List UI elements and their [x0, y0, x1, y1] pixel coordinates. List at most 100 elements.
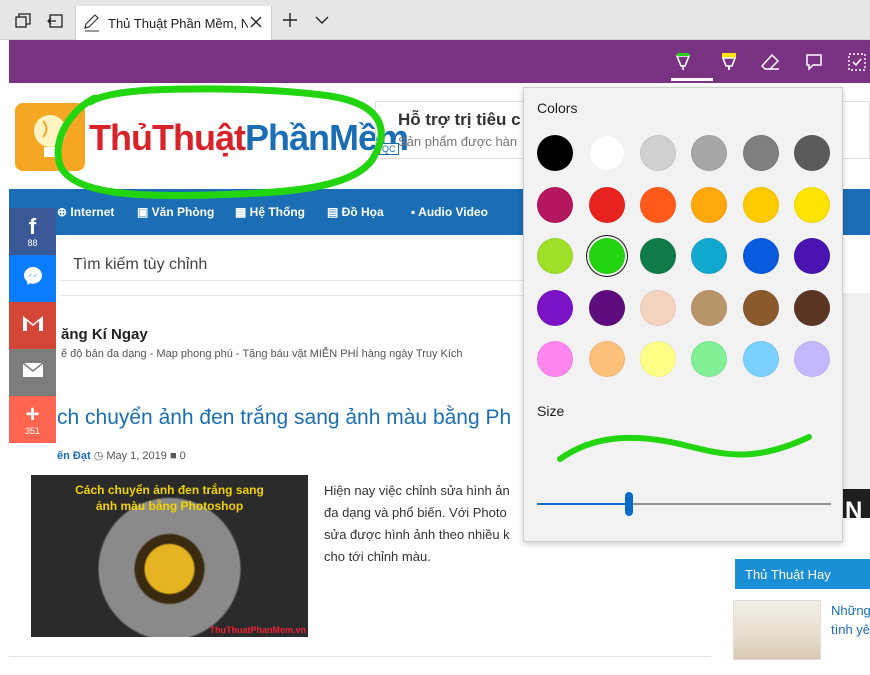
color-swatch[interactable]: [743, 341, 779, 377]
color-swatch[interactable]: [537, 238, 573, 274]
color-swatch[interactable]: [743, 290, 779, 326]
size-slider-fill: [537, 503, 629, 505]
color-swatch[interactable]: [691, 238, 727, 274]
total-share-count: 351: [24, 425, 41, 436]
excerpt-line: cho tới chỉnh màu.: [324, 549, 431, 564]
article-excerpt: Hiện nay việc chỉnh sửa hình ản đa dạng …: [324, 480, 534, 568]
comment-icon[interactable]: [802, 50, 826, 74]
pen-icon: [84, 14, 100, 37]
gmail-icon: [22, 314, 44, 337]
colors-label: Colors: [537, 100, 578, 116]
article-author[interactable]: ến Đạt: [57, 450, 91, 462]
color-swatch[interactable]: [691, 187, 727, 223]
color-swatch[interactable]: [640, 187, 676, 223]
site-logo-text[interactable]: ThủThuậtPhầnMềm: [89, 117, 409, 159]
email-share-button[interactable]: [9, 349, 56, 396]
color-swatch[interactable]: [537, 135, 573, 171]
color-swatch[interactable]: [743, 135, 779, 171]
plus-icon: +: [25, 400, 40, 428]
sidebar-heading: Thủ Thuật Hay: [735, 559, 870, 589]
color-swatch[interactable]: [640, 135, 676, 171]
active-tool-indicator: [671, 78, 713, 81]
plus-icon[interactable]: [282, 12, 298, 33]
color-swatch[interactable]: [537, 290, 573, 326]
messenger-share-button[interactable]: [9, 255, 56, 302]
color-swatch[interactable]: [537, 187, 573, 223]
color-swatch[interactable]: [794, 135, 830, 171]
divider: [9, 656, 711, 657]
sidebar-link[interactable]: Những tình yê: [831, 601, 870, 639]
tabs-aside-icon[interactable]: [12, 10, 34, 32]
size-label: Size: [537, 403, 565, 419]
color-swatch[interactable]: [743, 238, 779, 274]
close-icon[interactable]: [247, 13, 265, 31]
back-tabs-icon[interactable]: [44, 10, 66, 32]
excerpt-line: sửa được hình ảnh theo nhiều k: [324, 527, 510, 542]
article-thumbnail[interactable]: Cách chuyển ảnh đen trắng sang ảnh màu b…: [31, 475, 308, 637]
browser-window: Thủ Thuật Phần Mềm, N ThủThuậtPhầnMềm Hỗ…: [0, 0, 870, 675]
facebook-share-button[interactable]: f 88: [9, 208, 56, 255]
search-placeholder: Tìm kiếm tùy chỉnh: [73, 256, 208, 273]
comment-count: 0: [179, 450, 186, 462]
article-title[interactable]: ch chuyển ảnh đen trắng sang ảnh màu bằn…: [57, 406, 511, 430]
sidebar-heading-text: Thủ Thuật Hay: [745, 567, 831, 582]
color-swatch[interactable]: [794, 341, 830, 377]
color-swatch[interactable]: [640, 290, 676, 326]
color-swatch[interactable]: [589, 341, 625, 377]
color-swatch[interactable]: [794, 187, 830, 223]
envelope-icon: [22, 362, 44, 383]
color-swatch[interactable]: [640, 341, 676, 377]
tab-title: Thủ Thuật Phần Mềm, N: [108, 16, 248, 31]
image-icon: ▤: [327, 205, 342, 219]
article-date: May 1, 2019: [106, 450, 167, 462]
clock-icon: ◷: [93, 450, 107, 462]
facebook-icon: f: [28, 213, 37, 239]
eraser-icon[interactable]: [759, 50, 783, 74]
sidebar-banner[interactable]: [840, 293, 870, 518]
color-swatch[interactable]: [691, 341, 727, 377]
gmail-share-button[interactable]: [9, 302, 56, 349]
color-swatch[interactable]: [640, 238, 676, 274]
word-icon: ▣: [137, 205, 152, 219]
ink-toolbar: [9, 40, 870, 83]
tab-active[interactable]: Thủ Thuật Phần Mềm, N: [75, 6, 272, 40]
site-logo-icon[interactable]: [15, 103, 85, 171]
facebook-count: 88: [27, 237, 38, 248]
more-share-button[interactable]: + 351: [9, 396, 56, 443]
nav-item-internet[interactable]: ⊕ Internet: [57, 205, 114, 219]
color-swatch[interactable]: [589, 238, 625, 274]
clip-icon[interactable]: [845, 50, 869, 74]
color-swatch[interactable]: [743, 187, 779, 223]
color-swatch[interactable]: [691, 290, 727, 326]
ad-title: Hỗ trợ trị tiêu c: [398, 110, 521, 129]
promo-title[interactable]: ăng Kí Ngay: [61, 326, 148, 343]
chevron-down-icon[interactable]: [314, 12, 330, 33]
windows-icon: ▦: [235, 205, 250, 219]
highlighter-icon[interactable]: [717, 50, 741, 74]
tab-bar: Thủ Thuật Phần Mềm, N: [0, 0, 870, 40]
color-swatch[interactable]: [589, 290, 625, 326]
nav-item-van-phong[interactable]: ▣ Văn Phòng: [137, 205, 214, 219]
comment-count-icon: ■: [169, 450, 180, 462]
article-meta: ến Đạt ◷ May 1, 2019 ■ 0: [57, 449, 186, 462]
share-bar: f 88 + 351: [9, 208, 56, 443]
color-swatch[interactable]: [691, 135, 727, 171]
nav-item-do-hoa[interactable]: ▤ Đồ Họa: [327, 205, 384, 219]
nav-item-he-thong[interactable]: ▦ Hệ Thống: [235, 205, 305, 219]
sidebar-thumbnail[interactable]: [733, 600, 821, 660]
color-swatch[interactable]: [537, 341, 573, 377]
thumbnail-caption-1: Cách chuyển ảnh đen trắng sang: [75, 483, 264, 497]
ballpoint-pen-icon[interactable]: [671, 50, 695, 74]
color-swatch[interactable]: [589, 187, 625, 223]
color-swatch[interactable]: [794, 290, 830, 326]
nav-item-audio-video[interactable]: ▪ Audio Video: [411, 205, 488, 219]
ad-badge[interactable]: QC: [379, 143, 399, 155]
promo-subtitle: ế độ bản đa dạng - Map phong phú - Tặng …: [61, 348, 463, 360]
size-slider-thumb[interactable]: [625, 492, 633, 516]
thumbnail-caption-2: ảnh màu bằng Photoshop: [95, 499, 244, 513]
globe-icon: ⊕: [57, 205, 71, 219]
messenger-icon: [22, 265, 44, 292]
excerpt-line: Hiện nay việc chỉnh sửa hình ản: [324, 483, 510, 498]
color-swatch[interactable]: [794, 238, 830, 274]
color-swatch[interactable]: [589, 135, 625, 171]
